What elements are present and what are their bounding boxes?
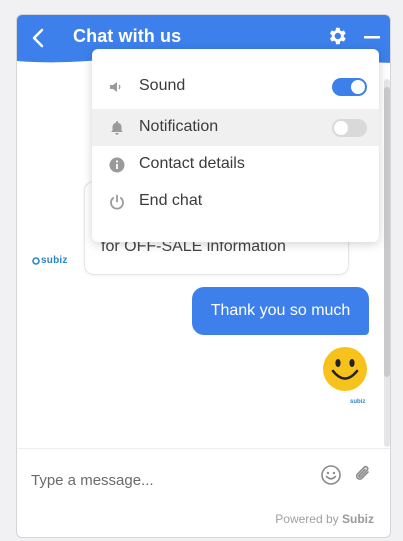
powered-brand: Subiz — [342, 512, 374, 526]
menu-label-notification: Notification — [139, 118, 219, 135]
settings-button[interactable] — [326, 25, 350, 49]
sound-toggle[interactable] — [332, 78, 367, 96]
menu-item-notification[interactable]: Notification — [92, 109, 379, 146]
menu-label-end-chat: End chat — [139, 192, 203, 209]
scrollbar-thumb[interactable] — [384, 87, 390, 377]
info-icon — [109, 157, 125, 173]
emoji-icon — [321, 465, 341, 485]
chat-title: Chat with us — [73, 26, 182, 46]
agent-logo-text: subiz — [41, 255, 68, 266]
chevron-left-icon — [32, 28, 44, 48]
menu-label-sound: Sound — [139, 77, 186, 94]
settings-menu: Sound Notification Contact details End c… — [92, 49, 379, 242]
menu-item-end-chat[interactable]: End chat — [92, 183, 379, 220]
menu-item-sound[interactable]: Sound — [92, 68, 379, 105]
minimize-button[interactable] — [362, 25, 384, 49]
menu-label-contact-details: Contact details — [139, 155, 245, 172]
subiz-logo-icon — [32, 256, 40, 265]
chat-widget: Chat with us for OFF-SALE information su… — [16, 14, 391, 538]
attach-button[interactable] — [353, 463, 375, 487]
back-button[interactable] — [27, 25, 49, 51]
toggle-knob — [351, 80, 365, 94]
menu-item-contact-details[interactable]: Contact details — [92, 146, 379, 183]
speaker-icon — [110, 82, 121, 92]
gear-icon — [329, 27, 346, 45]
power-icon — [110, 194, 124, 210]
notification-toggle[interactable] — [332, 119, 367, 137]
scrollbar-track[interactable] — [384, 79, 390, 447]
agent-avatar-logo: subiz — [32, 255, 68, 266]
smiley-sticker-icon — [323, 347, 367, 391]
message-composer — [17, 448, 390, 509]
bell-icon — [111, 121, 123, 135]
emoji-button[interactable] — [320, 464, 342, 486]
message-input[interactable] — [29, 467, 303, 493]
user-message-bubble: Thank you so much — [192, 287, 369, 335]
powered-by[interactable]: Powered by Subiz — [275, 512, 374, 526]
sticker-sender-logo: subiz — [350, 399, 366, 405]
toggle-knob — [334, 121, 348, 135]
paperclip-icon — [355, 465, 369, 480]
minimize-icon — [364, 36, 380, 39]
user-message-text: Thank you so much — [210, 302, 351, 319]
powered-prefix: Powered by — [275, 512, 339, 526]
